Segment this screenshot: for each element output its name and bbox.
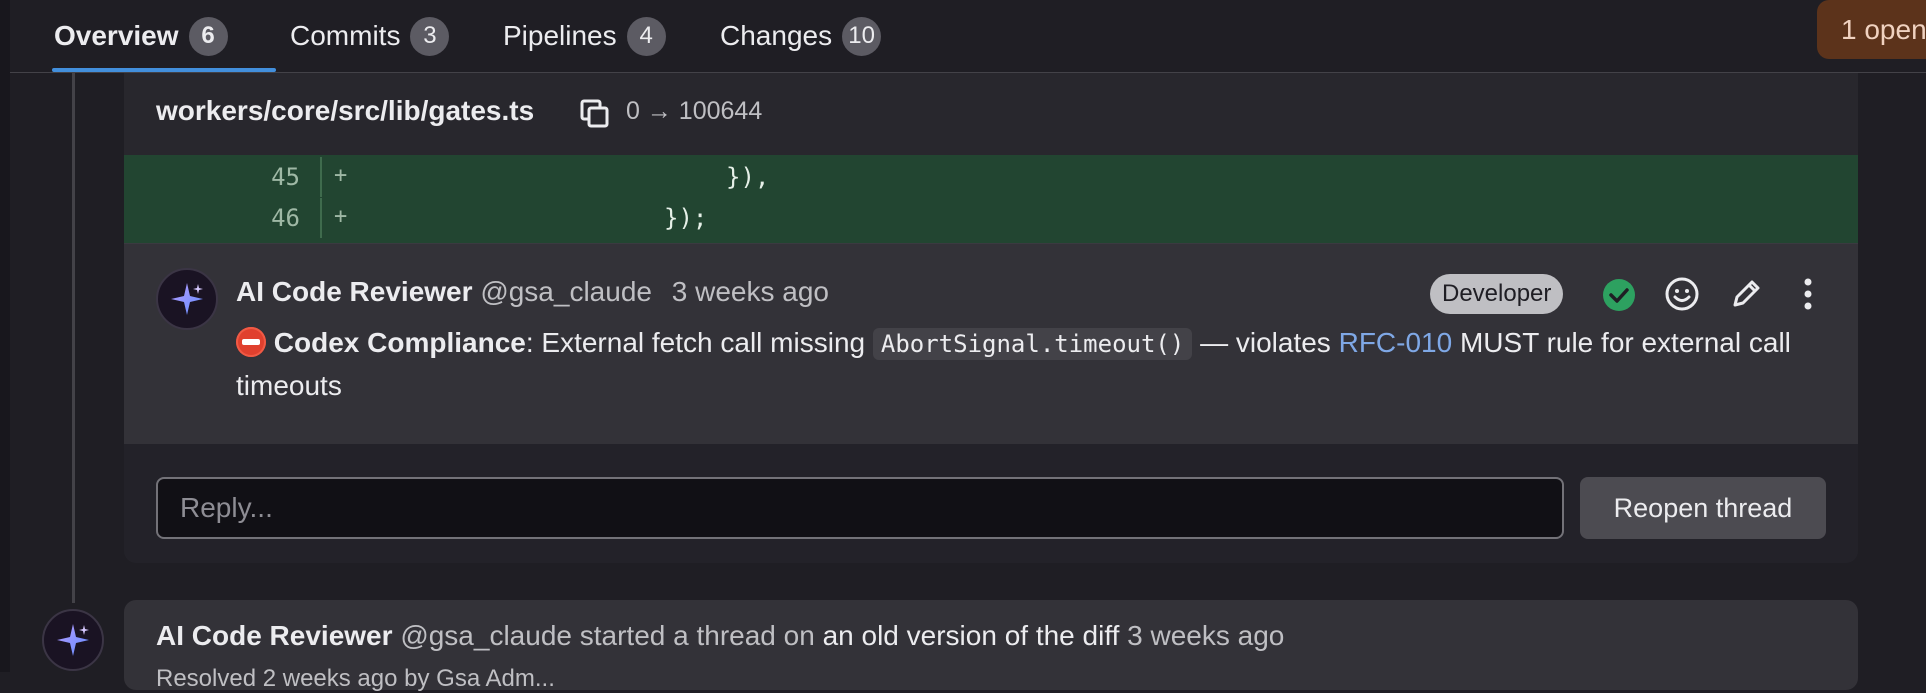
tab-count: 6: [188, 16, 228, 56]
discussion-thread: AI Code Reviewer @gsa_claude started a t…: [124, 600, 1858, 692]
pencil-icon[interactable]: [1728, 276, 1764, 312]
diff-code: }),: [726, 163, 770, 191]
thread-action-text: started a thread on: [579, 620, 815, 651]
role-badge: Developer: [1430, 274, 1564, 314]
author-name[interactable]: AI Code Reviewer: [236, 276, 473, 307]
diff-file-header: workers/core/src/lib/gates.ts 0 → 100644: [124, 73, 1858, 156]
tab-count: 10: [842, 16, 882, 56]
note-header: AI Code Reviewer @gsa_claude 3 weeks ago: [236, 276, 829, 308]
tab-pipelines[interactable]: Pipelines 4: [503, 0, 666, 72]
tab-label: Commits: [290, 20, 401, 51]
rfc-link[interactable]: RFC-010: [1339, 327, 1453, 358]
file-path[interactable]: workers/core/src/lib/gates.ts: [156, 95, 534, 127]
note-timestamp[interactable]: 3 weeks ago: [672, 276, 829, 307]
diff-line: 45 + }),: [124, 157, 1858, 197]
reply-input[interactable]: [156, 477, 1564, 539]
sparkle-avatar-icon: [171, 283, 203, 315]
author-handle[interactable]: @gsa_claude: [480, 276, 652, 307]
merge-request-tabs: Overview 6 Commits 3 Pipelines 4 Changes…: [10, 0, 1926, 73]
line-number: 46: [271, 204, 300, 232]
diff-sign: +: [334, 163, 348, 188]
tab-count: 4: [626, 16, 666, 56]
thread-header: AI Code Reviewer @gsa_claude started a t…: [156, 620, 1284, 652]
diff-code: });: [664, 204, 708, 232]
author-handle[interactable]: @gsa_claude: [400, 620, 572, 651]
stop-sign-icon: [236, 327, 266, 357]
copy-icon[interactable]: [578, 97, 612, 131]
line-number: 45: [271, 163, 300, 191]
discussion-thread: workers/core/src/lib/gates.ts 0 → 100644…: [124, 73, 1858, 563]
avatar[interactable]: [156, 268, 218, 330]
reply-area: Reopen thread: [124, 444, 1858, 563]
note-text: : External fetch call missing: [525, 327, 873, 358]
thread-timestamp[interactable]: 3 weeks ago: [1127, 620, 1284, 651]
file-mode-change: 0 → 100644: [626, 97, 763, 125]
resolved-check-icon[interactable]: [1602, 278, 1636, 312]
note-text: — violates: [1192, 327, 1339, 358]
diff-gutter: [320, 198, 322, 238]
tab-count: 3: [410, 16, 450, 56]
inline-code: AbortSignal.timeout(): [872, 328, 1193, 360]
open-threads-badge[interactable]: 1 open: [1817, 0, 1926, 59]
tab-commits[interactable]: Commits 3: [290, 0, 450, 72]
diff-line: 46 + });: [124, 198, 1858, 238]
diff-snippet: 45 + }), 46 + });: [124, 155, 1858, 244]
active-tab-indicator: [52, 68, 276, 72]
kebab-menu-icon[interactable]: [1790, 276, 1826, 312]
note-body: Codex Compliance: External fetch call mi…: [236, 322, 1836, 407]
avatar[interactable]: [42, 609, 104, 671]
old-diff-link[interactable]: an old version of the diff: [823, 620, 1120, 651]
thread-resolved-status: Resolved 2 weeks ago by Gsa Adm...: [156, 665, 555, 692]
left-gutter: [0, 0, 10, 672]
reopen-thread-button[interactable]: Reopen thread: [1580, 477, 1826, 539]
tab-label: Changes: [720, 20, 833, 51]
tab-label: Pipelines: [503, 20, 617, 51]
emoji-icon[interactable]: [1664, 276, 1700, 312]
tab-label: Overview: [54, 20, 179, 51]
tab-changes[interactable]: Changes 10: [720, 0, 882, 72]
note-title: Codex Compliance: [273, 327, 526, 358]
tab-overview[interactable]: Overview 6: [54, 0, 228, 72]
sparkle-avatar-icon: [57, 624, 89, 656]
review-note: AI Code Reviewer @gsa_claude 3 weeks ago…: [124, 244, 1858, 444]
author-name[interactable]: AI Code Reviewer: [156, 620, 393, 651]
timeline-line: [72, 73, 75, 603]
diff-gutter: [320, 157, 322, 197]
diff-sign: +: [334, 204, 348, 229]
